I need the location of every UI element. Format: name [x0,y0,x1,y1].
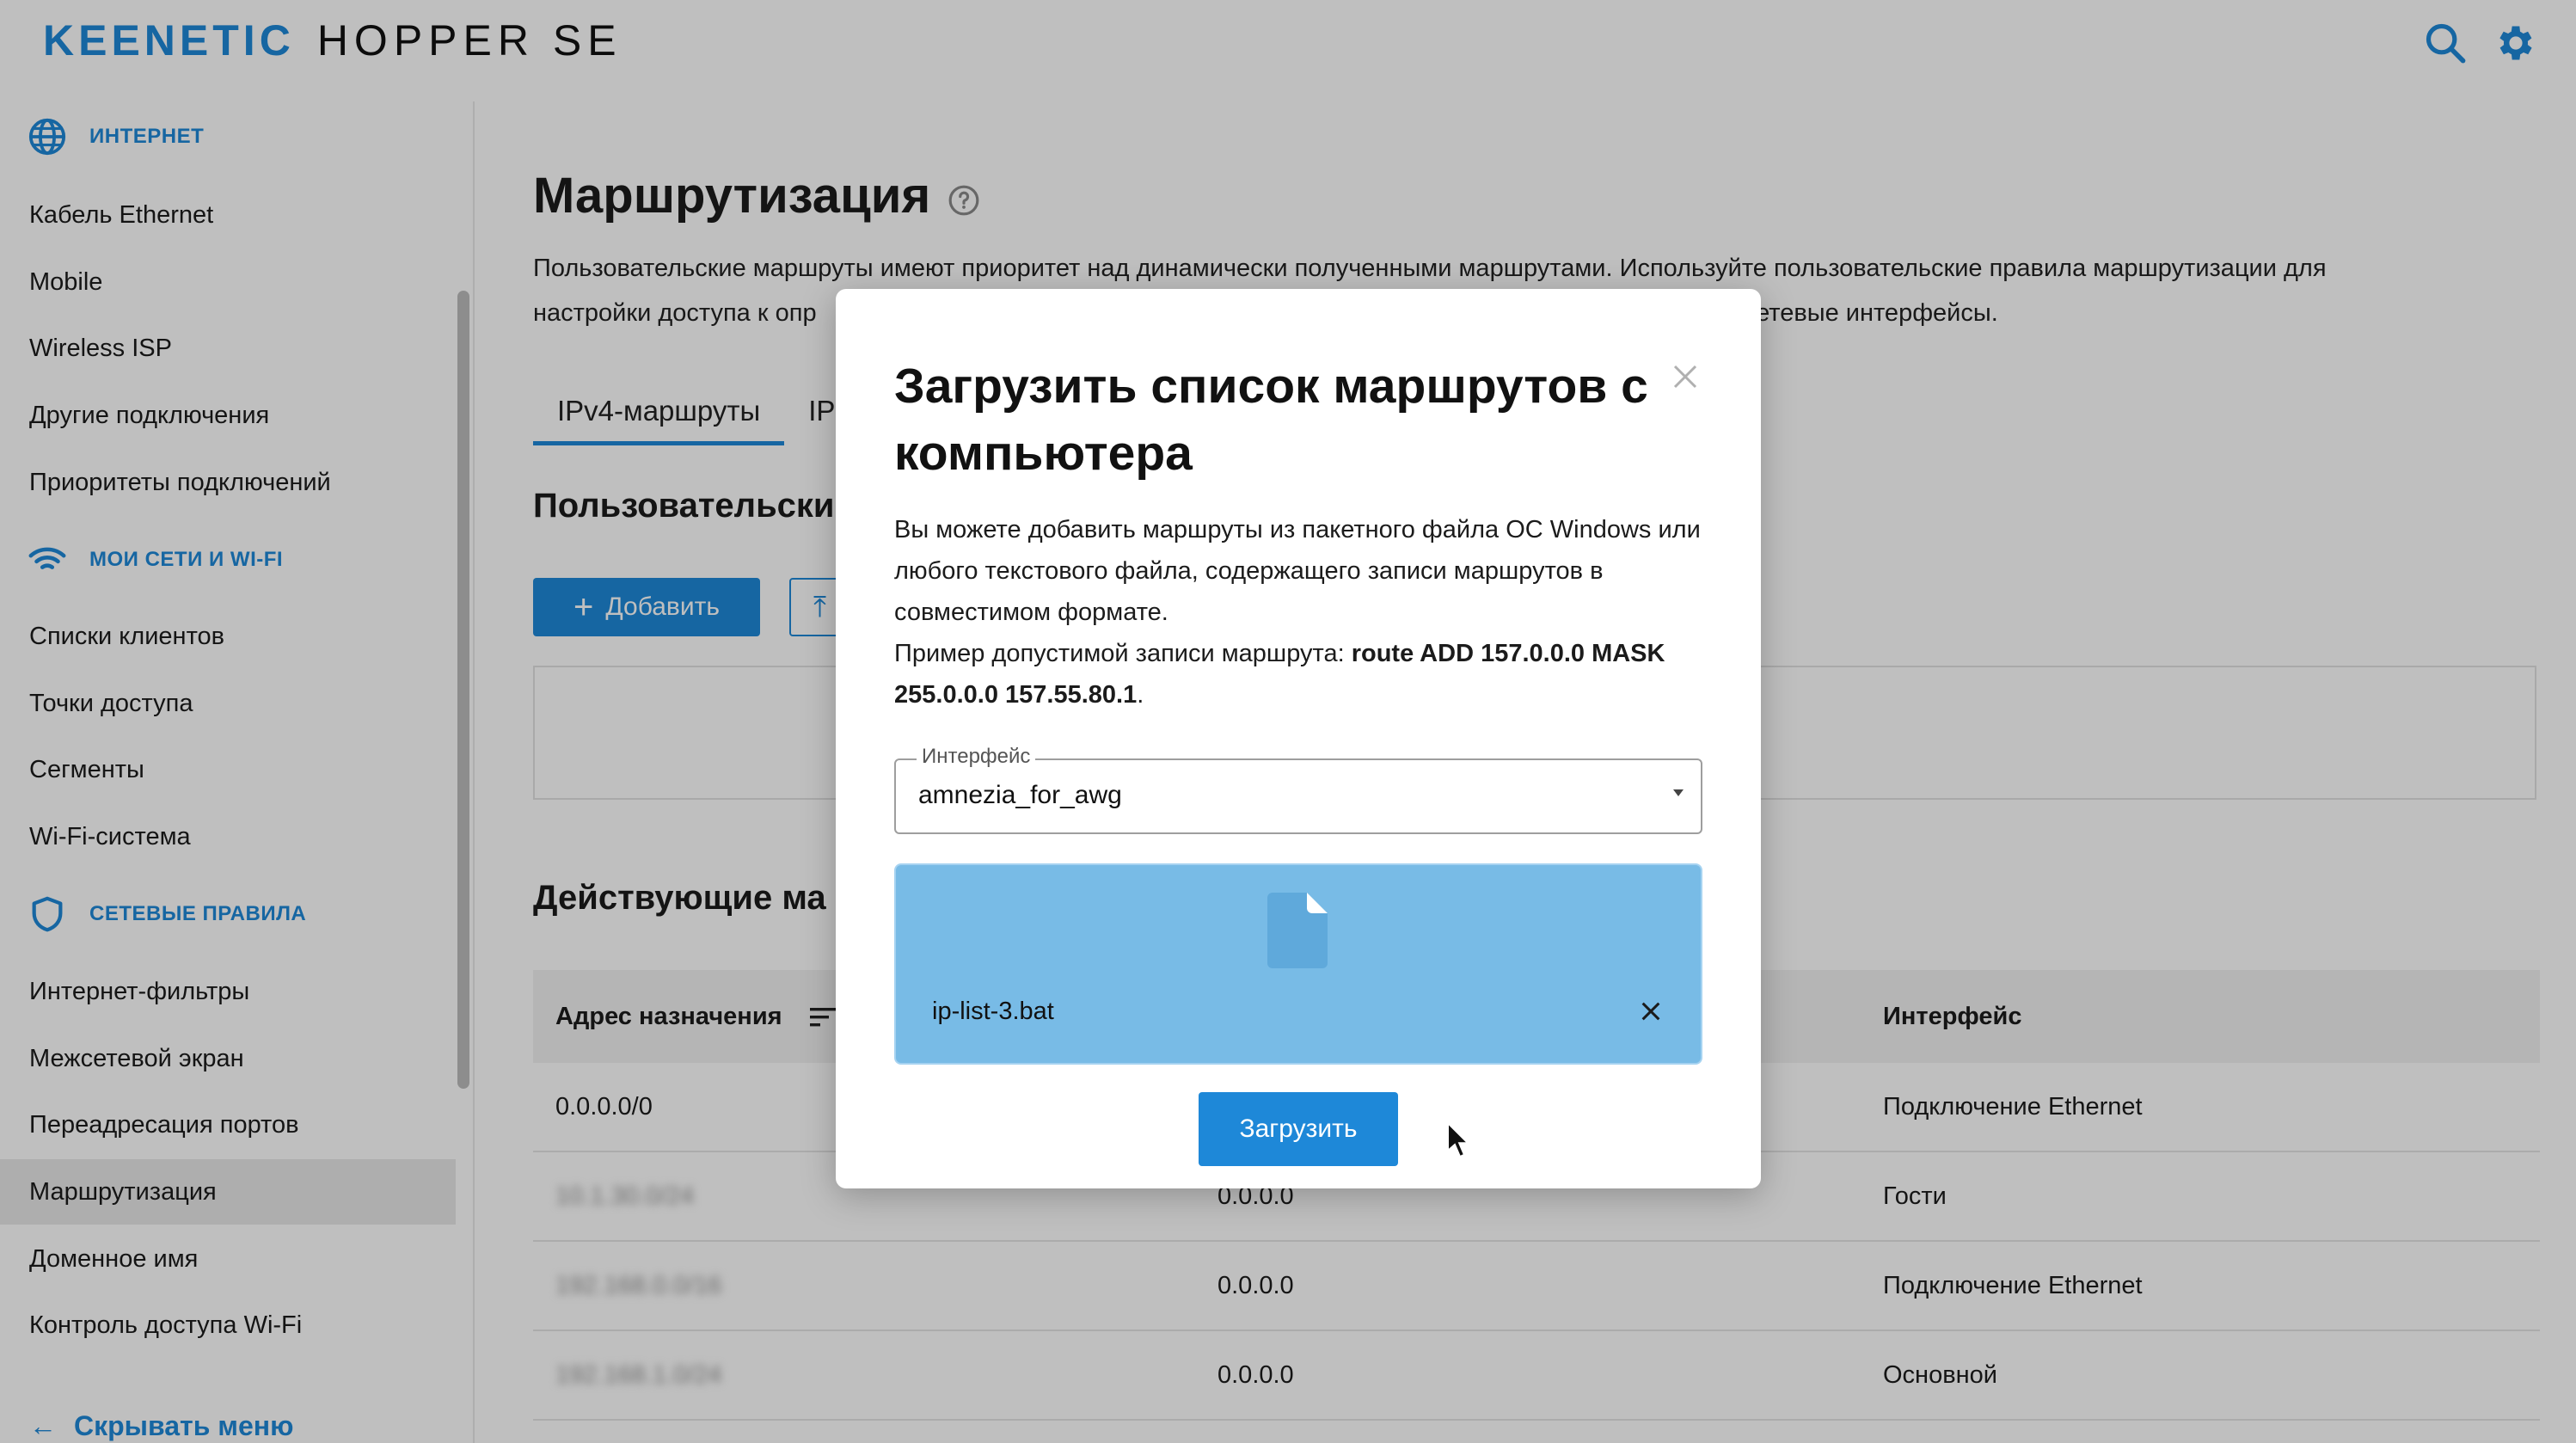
dialog-description-text: Вы можете добавить маршруты из пакетного… [894,516,1701,626]
dialog-description: Вы можете добавить маршруты из пакетного… [894,509,1702,715]
dialog-example: Пример допустимой записи маршрута: route… [894,633,1702,715]
mouse-cursor-icon [1447,1121,1470,1158]
dialog-title: Загрузить список маршрутов с компьютера [894,359,1648,481]
selected-file-name: ip-list-3.bat [932,998,1054,1025]
remove-file-icon[interactable] [1639,999,1663,1023]
upload-button[interactable]: Загрузить [1199,1092,1398,1166]
caret-down-icon [1673,789,1684,796]
interface-select-label: Интерфейс [917,745,1036,769]
interface-select[interactable]: Интерфейс amnezia_for_awg [894,745,1702,834]
interface-select-value: amnezia_for_awg [918,781,1122,809]
example-prefix: Пример допустимой записи маршрута: [894,640,1352,667]
upload-routes-dialog: Загрузить список маршрутов с компьютера … [836,289,1761,1188]
file-drop-zone[interactable]: ip-list-3.bat [894,863,1702,1065]
close-icon[interactable] [1670,361,1701,392]
file-icon [1267,893,1328,968]
example-suffix: . [1137,681,1144,709]
